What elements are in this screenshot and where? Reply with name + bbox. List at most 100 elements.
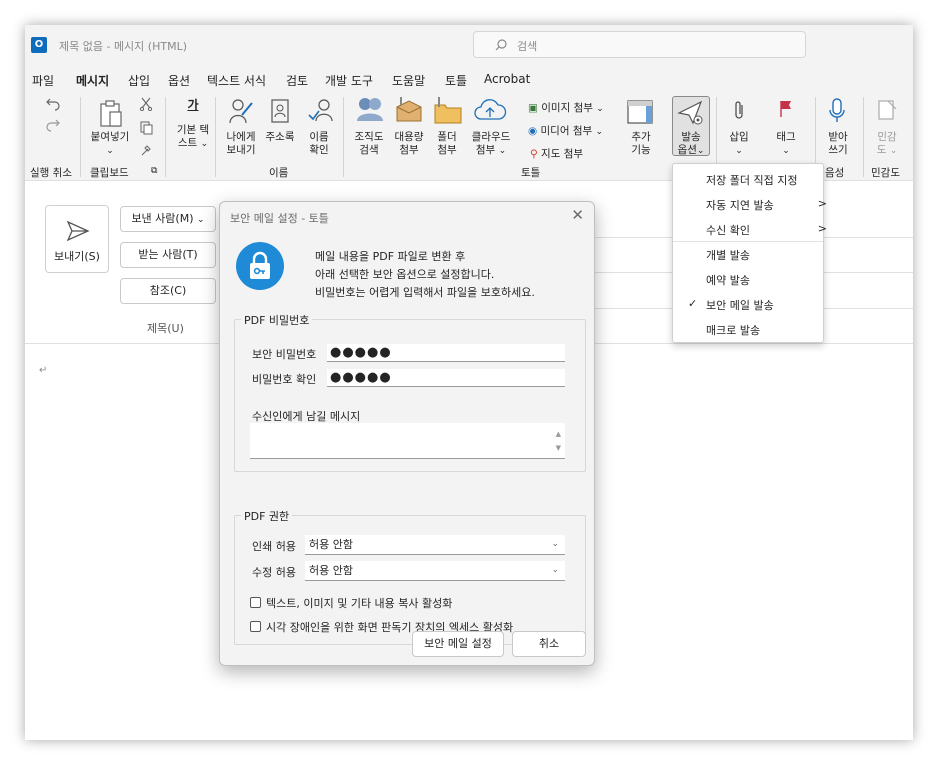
confirm-password-input[interactable]: ●●●●● — [327, 369, 565, 387]
map-attach-button[interactable]: ⚲ 지도 첨부 — [530, 146, 583, 161]
close-icon[interactable]: ✕ — [571, 206, 584, 224]
edit-permission-value: 허용 안함 — [309, 564, 353, 577]
group-label-undo: 실행 취소 — [30, 167, 72, 179]
redo-icon[interactable] — [45, 118, 61, 132]
tab-insert[interactable]: 삽입 — [128, 72, 150, 89]
send-options-label: 발송 — [681, 131, 701, 143]
pdf-permission-legend: PDF 권한 — [241, 508, 293, 524]
to-button[interactable]: 받는 사람(T) — [120, 242, 216, 268]
print-permission-select[interactable]: 허용 안함 ⌄ — [305, 535, 565, 555]
copy-icon[interactable] — [139, 121, 153, 135]
tags-button[interactable]: 태그 ⌄ — [769, 131, 803, 158]
tab-options[interactable]: 옵션 — [168, 72, 190, 89]
basic-text-button[interactable]: 기본 텍 스트 ⌄ — [167, 124, 219, 151]
sensitivity-button[interactable]: 민감 도 ⌄ — [868, 131, 906, 158]
menu-item-secure-mail[interactable]: 보안 메일 발송 — [706, 297, 774, 313]
window-title: 제목 없음 - 메시지 (HTML) — [59, 40, 187, 53]
chevron-right-icon: > — [817, 197, 827, 210]
scrollbar[interactable]: ▲ ▼ — [556, 427, 561, 455]
image-attach-button[interactable]: ▣ 이미지 첨부 ⌄ — [528, 100, 604, 115]
search-box[interactable]: 검색 — [473, 31, 806, 58]
group-separator — [863, 97, 864, 177]
chevron-down-icon: ⌄ — [200, 139, 209, 149]
tab-message[interactable]: 메시지 — [76, 72, 110, 94]
dialog-message-line-2: 아래 선택한 보안 옵션으로 설정합니다. — [315, 268, 495, 281]
add-features-button[interactable]: 추가 기능 — [621, 131, 661, 157]
menu-item-delayed-send[interactable]: 자동 지연 발송 > — [706, 197, 827, 213]
insert-button[interactable]: 삽입 ⌄ — [723, 131, 755, 158]
tab-totl[interactable]: 토틀 — [445, 72, 467, 89]
chevron-down-icon: ⌄ — [498, 146, 507, 156]
menu-item-label: 자동 지연 발송 — [706, 199, 774, 212]
tab-review[interactable]: 검토 — [286, 72, 308, 89]
secure-mail-ok-button[interactable]: 보안 메일 설정 — [412, 631, 504, 657]
cloud-attach-icon — [474, 99, 507, 120]
lock-key-icon — [236, 242, 284, 290]
subject-label: 제목(U) — [147, 322, 184, 335]
checkbox-box[interactable] — [250, 597, 261, 608]
tab-developer[interactable]: 개발 도구 — [325, 72, 373, 89]
folder-attach-button[interactable]: 폴더 첨부 — [429, 131, 465, 157]
outlook-app-icon: O — [31, 37, 47, 53]
from-button[interactable]: 보낸 사람(M) ⌄ — [120, 206, 216, 232]
message-textarea[interactable]: ▲ ▼ — [250, 423, 565, 459]
send-button[interactable]: 보내기(S) — [45, 205, 109, 273]
menu-item-save-folder[interactable]: 저장 폴더 직접 지정 — [706, 172, 797, 188]
cut-icon[interactable] — [139, 97, 153, 111]
sensitivity-icon — [878, 100, 897, 120]
org-chart-icon — [357, 98, 383, 121]
format-painter-icon[interactable] — [139, 143, 153, 157]
outlook-window: O 제목 없음 - 메시지 (HTML) 검색 파일 메시지 삽입 옵션 텍스트… — [25, 25, 913, 740]
group-separator — [343, 97, 344, 177]
chevron-down-icon: ⌄ — [551, 539, 559, 549]
add-features-label: 추가 — [631, 131, 651, 143]
search-placeholder: 검색 — [517, 40, 538, 53]
undo-icon[interactable] — [45, 97, 61, 111]
body-caret[interactable]: ↵ — [39, 365, 47, 376]
send-label: 보내기(S) — [54, 250, 100, 263]
menu-item-individual-send[interactable]: 개별 발송 — [706, 247, 750, 263]
large-attach-label: 대용량 — [394, 131, 424, 143]
title-bar: O 제목 없음 - 메시지 (HTML) 검색 — [25, 25, 913, 65]
dialog-launcher-icon[interactable]: ⧉ — [151, 166, 157, 176]
folder-attach-label: 폴더 — [437, 131, 457, 143]
large-attach-icon — [396, 97, 422, 122]
tab-format-text[interactable]: 텍스트 서식 — [207, 72, 266, 89]
menu-item-read-receipt[interactable]: 수신 확인 > — [706, 222, 827, 238]
dictate-button[interactable]: 받아 쓰기 — [821, 131, 855, 157]
cancel-button[interactable]: 취소 — [512, 631, 586, 657]
menu-item-macro-send[interactable]: 매크로 발송 — [706, 322, 760, 338]
copy-checkbox[interactable]: 텍스트, 이미지 및 기타 내용 복사 활성화 — [250, 595, 452, 611]
paste-button[interactable]: 붙여넣기 ⌄ — [87, 131, 133, 158]
menu-item-scheduled-send[interactable]: 예약 발송 — [706, 272, 750, 288]
print-permission-value: 허용 안함 — [309, 538, 353, 551]
cloud-attach-label-2: 첨부 — [475, 144, 496, 156]
address-book-button[interactable]: 주소록 — [261, 131, 299, 144]
checkbox-box[interactable] — [250, 621, 261, 632]
paperclip-icon — [735, 101, 743, 119]
insert-label: 삽입 — [729, 131, 749, 143]
tab-file[interactable]: 파일 — [32, 72, 54, 89]
tab-acrobat[interactable]: Acrobat — [484, 72, 530, 86]
send-options-label-group: 발송 옵션⌄ — [672, 131, 710, 158]
cc-button[interactable]: 참조(C) — [120, 278, 216, 304]
edit-permission-select[interactable]: 허용 안함 ⌄ — [305, 561, 565, 581]
address-self-button[interactable]: 나에게 보내기 — [221, 131, 261, 157]
chevron-down-icon: ⌄ — [696, 146, 705, 156]
dictate-label: 받아 — [828, 131, 848, 143]
sensitivity-label: 민감 — [877, 131, 897, 143]
check-names-button[interactable]: 이름 확인 — [301, 131, 337, 157]
paste-icon[interactable] — [98, 99, 124, 129]
large-attach-button[interactable]: 대용량 첨부 — [389, 131, 429, 157]
media-attach-button[interactable]: ◉ 미디어 첨부 ⌄ — [528, 123, 603, 138]
tags-label: 태그 — [776, 131, 796, 143]
send-options-dropdown: 저장 폴더 직접 지정 자동 지연 발송 > 수신 확인 > 개별 발송 예약 발송… — [672, 163, 827, 343]
print-permission-label: 인쇄 허용 — [252, 540, 296, 553]
org-search-button[interactable]: 조직도 검색 — [349, 131, 389, 157]
edit-permission-label: 수정 허용 — [252, 566, 296, 579]
password-input[interactable]: ●●●●● — [327, 344, 565, 362]
flag-icon — [780, 101, 791, 117]
cloud-attach-button[interactable]: 클라우드 첨부 ⌄ — [467, 131, 515, 158]
tab-help[interactable]: 도움말 — [392, 72, 425, 89]
group-label-clipboard: 클립보드 — [90, 167, 129, 179]
